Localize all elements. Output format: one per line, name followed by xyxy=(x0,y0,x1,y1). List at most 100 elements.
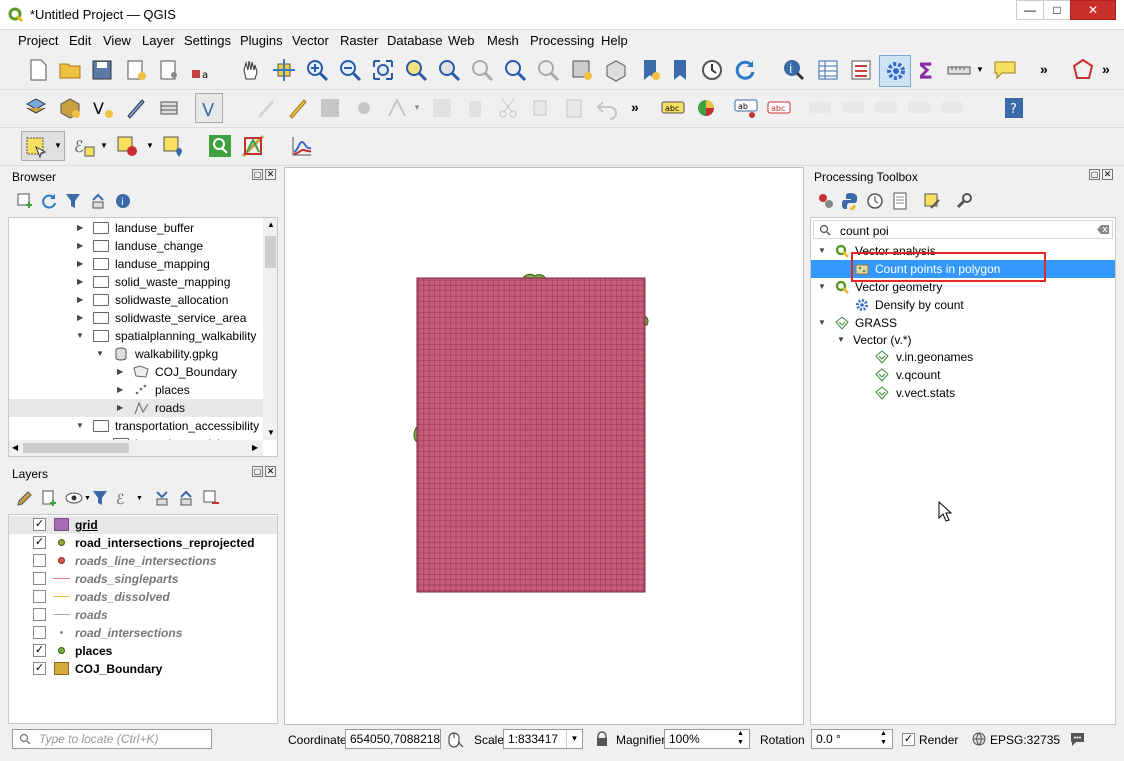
new-print-layout-icon[interactable] xyxy=(124,58,148,82)
browser-item-landuse-change[interactable]: ▶ landuse_change xyxy=(9,237,264,255)
collapse-arrow-icon[interactable]: ▼ xyxy=(818,283,826,291)
layer-checkbox[interactable] xyxy=(33,626,46,639)
new-geopackage-icon[interactable] xyxy=(58,96,82,120)
collapse-arrow-icon[interactable]: ▼ xyxy=(96,350,104,358)
layer-row-coj-boundary[interactable]: ✓ COJ_Boundary xyxy=(9,660,277,678)
browser-item-transportation-accessibility[interactable]: ▼ transportation_accessibility xyxy=(9,417,264,435)
attribute-table-icon[interactable] xyxy=(816,58,840,82)
crs-globe-icon[interactable] xyxy=(972,732,986,746)
models-icon[interactable] xyxy=(817,192,835,210)
messages-icon[interactable] xyxy=(1069,731,1086,747)
add-selected-layers-icon[interactable] xyxy=(16,192,34,210)
browser-item-solid-waste-mapping[interactable]: ▶ solid_waste_mapping xyxy=(9,273,264,291)
spin-up-icon[interactable]: ▲ xyxy=(880,730,887,738)
open-project-icon[interactable] xyxy=(58,58,82,82)
browser-close-button[interactable]: ✕ xyxy=(265,169,276,180)
save-project-icon[interactable] xyxy=(90,58,114,82)
history-icon[interactable] xyxy=(866,192,884,210)
select-features-toggle[interactable]: ▼ xyxy=(21,131,65,161)
cut-features-icon[interactable] xyxy=(496,96,520,120)
layer-row-roads-line-intersections[interactable]: roads_line_intersections xyxy=(9,552,277,570)
browser-hscroll-thumb[interactable] xyxy=(23,443,129,453)
browser-item-solidwaste-service-area[interactable]: ▶ solidwaste_service_area xyxy=(9,309,264,327)
toolbox-algorithm-v-vect-stats[interactable]: v.vect.stats xyxy=(811,384,1115,402)
layer-row-roads[interactable]: roads xyxy=(9,606,277,624)
layer-diagram-icon[interactable] xyxy=(695,96,719,120)
layer-row-places[interactable]: ✓ places xyxy=(9,642,277,660)
modify-attributes-icon[interactable] xyxy=(430,96,454,120)
visibility-dropdown-icon[interactable]: ▼ xyxy=(84,495,91,502)
menu-mesh[interactable]: Mesh xyxy=(487,33,519,48)
pan-map-icon[interactable] xyxy=(238,58,262,82)
browser-item-solidwaste-allocation[interactable]: ▶ solidwaste_allocation xyxy=(9,291,264,309)
browser-vscroll-thumb[interactable] xyxy=(265,236,276,268)
toolbox-algorithm-v-in-geonames[interactable]: v.in.geonames xyxy=(811,348,1115,366)
render-checkbox[interactable]: ✓ xyxy=(902,733,915,746)
measure-dropdown-icon[interactable]: ▼ xyxy=(976,65,984,74)
expand-arrow-icon[interactable]: ▶ xyxy=(77,260,85,268)
browser-properties-icon[interactable]: i xyxy=(114,192,132,210)
zoom-to-selection-icon[interactable] xyxy=(404,58,428,82)
map-tips-icon[interactable] xyxy=(993,58,1017,82)
browser-item-coj-boundary[interactable]: ▶ COJ_Boundary xyxy=(9,363,264,381)
layout-manager-icon[interactable] xyxy=(157,58,181,82)
profile-tool-icon[interactable] xyxy=(290,134,314,158)
new-virtual-layer-icon[interactable] xyxy=(157,96,181,120)
data-source-manager-icon[interactable] xyxy=(24,96,48,120)
pin-labels-icon[interactable]: ab xyxy=(734,96,758,120)
scroll-down-icon[interactable]: ▼ xyxy=(267,428,275,437)
measure-line-icon[interactable] xyxy=(947,58,971,82)
new-shapefile-icon[interactable]: V xyxy=(91,96,115,120)
style-manager-icon[interactable]: a xyxy=(189,58,213,82)
statistics-sum-icon[interactable]: Σ xyxy=(915,58,939,82)
toolbar-overflow-1[interactable]: » xyxy=(1040,61,1048,77)
maximize-button[interactable]: □ xyxy=(1043,0,1071,20)
show-bookmarks-icon[interactable] xyxy=(668,58,692,82)
toolbar-overflow-3[interactable]: » xyxy=(631,99,639,115)
help-contents-icon[interactable]: ? xyxy=(1002,96,1026,120)
layer-checkbox[interactable]: ✓ xyxy=(33,644,46,657)
new-3d-map-icon[interactable] xyxy=(604,58,628,82)
rotation-spinbox[interactable]: 0.0 ° ▲ ▼ xyxy=(811,729,893,749)
menu-project[interactable]: Project xyxy=(18,33,58,48)
new-temporary-layer-icon[interactable] xyxy=(124,96,148,120)
delete-selected-icon[interactable] xyxy=(463,96,487,120)
close-button[interactable]: ✕ xyxy=(1070,0,1116,20)
menu-layer[interactable]: Layer xyxy=(142,33,175,48)
show-hide-labels-icon[interactable] xyxy=(808,96,832,120)
toggle-editing-icon[interactable] xyxy=(286,96,310,120)
browser-item-spatialplanning-walkability[interactable]: ▼ spatialplanning_walkability xyxy=(9,327,264,345)
add-feature-icon[interactable] xyxy=(352,96,376,120)
scale-combobox[interactable]: 1:833417 ▼ xyxy=(503,729,583,749)
copy-features-icon[interactable] xyxy=(529,96,553,120)
expand-arrow-icon[interactable]: ▶ xyxy=(77,278,85,286)
highlight-pinned-labels-icon[interactable]: abc xyxy=(767,96,791,120)
layer-checkbox[interactable]: ✓ xyxy=(33,518,46,531)
deselect-all-icon[interactable] xyxy=(115,134,139,158)
menu-plugins[interactable]: Plugins xyxy=(240,33,283,48)
save-edits-icon[interactable] xyxy=(318,96,342,120)
rotate-label-icon[interactable] xyxy=(907,96,931,120)
scroll-up-icon[interactable]: ▲ xyxy=(267,220,275,229)
style-panel-icon[interactable] xyxy=(16,489,34,507)
manage-visibility-icon[interactable] xyxy=(65,489,83,507)
edit-features-in-place-icon[interactable] xyxy=(923,192,941,210)
layer-row-roads-singleparts[interactable]: roads_singleparts xyxy=(9,570,277,588)
collapse-all-icon[interactable] xyxy=(89,192,107,210)
locator-input[interactable]: Type to locate (Ctrl+K) xyxy=(12,729,212,749)
collapse-all-layers-icon[interactable] xyxy=(177,489,195,507)
deselect-dropdown-icon[interactable]: ▼ xyxy=(146,141,154,150)
add-group-icon[interactable] xyxy=(40,489,58,507)
layers-close-button[interactable]: ✕ xyxy=(265,466,276,477)
browser-hscrollbar[interactable]: ◀ ▶ xyxy=(9,440,263,456)
zoom-to-layer-icon[interactable] xyxy=(437,58,461,82)
crs-label[interactable]: EPSG:32735 xyxy=(990,733,1060,747)
layer-row-grid[interactable]: ✓ grid xyxy=(9,516,277,534)
zoom-native-icon[interactable] xyxy=(470,58,494,82)
browser-item-landuse-buffer[interactable]: ▶ landuse_buffer xyxy=(9,219,264,237)
toolbox-group-vector-v[interactable]: ▼ Vector (v.*) xyxy=(811,331,1115,349)
menu-raster[interactable]: Raster xyxy=(340,33,378,48)
python-scripts-icon[interactable] xyxy=(841,192,859,210)
toolbox-group-grass[interactable]: ▼ GRASS xyxy=(811,314,1115,332)
expand-all-icon[interactable] xyxy=(153,489,171,507)
